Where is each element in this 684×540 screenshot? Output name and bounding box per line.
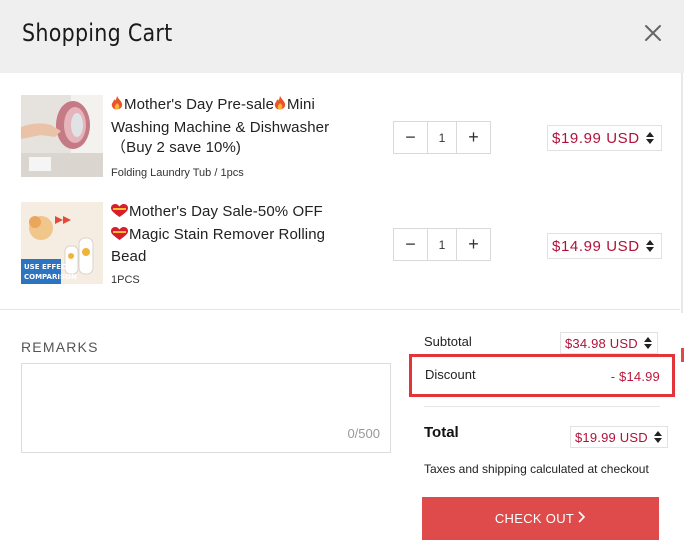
price-value: $14.99 USD: [552, 237, 640, 255]
subtotal-label: Subtotal: [424, 334, 472, 349]
total-label: Total: [424, 424, 459, 441]
product-name[interactable]: Mother's Day Sale-50% OFF Magic Stain Rem…: [111, 202, 361, 268]
product-name-line-2: Magic Stain Remover Rolling Bead: [111, 225, 326, 266]
price-value: $19.99 USD: [552, 129, 640, 147]
product-name[interactable]: Mother's Day Pre-sale Mini Washing Machin…: [111, 95, 361, 159]
checkout-button[interactable]: CHECK OUT: [422, 497, 659, 540]
price-currency-select[interactable]: $14.99 USD: [547, 233, 662, 259]
product-variant: 1PCS: [111, 274, 140, 286]
quantity-value[interactable]: 1: [427, 229, 457, 260]
svg-text:COMPARISON: COMPARISON: [24, 273, 77, 281]
decrease-button[interactable]: −: [394, 122, 427, 153]
heart-icon: [111, 226, 128, 248]
product-image[interactable]: USE EFFECT COMPARISON: [21, 202, 103, 284]
cart-item: Mother's Day Pre-sale Mini Washing Machin…: [0, 90, 684, 190]
chevron-right-icon: [578, 510, 586, 527]
character-counter: 0/500: [347, 426, 380, 441]
sort-arrows-icon: [653, 431, 663, 443]
close-icon: [645, 25, 661, 41]
cart-item: USE EFFECT COMPARISON Mother's Day Sale-…: [0, 197, 684, 297]
discount-highlight: Discount - $14.99: [409, 354, 675, 397]
fire-icon: [274, 96, 286, 118]
quantity-value[interactable]: 1: [427, 122, 457, 153]
decrease-button[interactable]: −: [394, 229, 427, 260]
checkout-label: CHECK OUT: [494, 511, 575, 526]
quantity-stepper: − 1 +: [393, 121, 491, 154]
sort-arrows-icon: [643, 337, 653, 349]
remarks-textarea[interactable]: 0/500: [21, 363, 391, 453]
remarks-label: REMARKS: [21, 339, 99, 355]
quantity-stepper: − 1 +: [393, 228, 491, 261]
sort-arrows-icon: [645, 240, 655, 252]
fire-icon: [111, 96, 123, 118]
discount-label: Discount: [425, 367, 476, 382]
summary-divider: [424, 406, 660, 407]
section-divider: [0, 309, 680, 310]
price-currency-select[interactable]: $19.99 USD: [547, 125, 662, 151]
product-image[interactable]: [21, 95, 103, 177]
tax-shipping-note: Taxes and shipping calculated at checkou…: [424, 462, 649, 476]
page-title: Shopping Cart: [22, 19, 173, 47]
subtotal-currency-select[interactable]: $34.98 USD: [560, 332, 658, 354]
product-name-line-1: Mother's Day Pre-sale: [124, 96, 275, 113]
heart-icon: [111, 204, 128, 225]
svg-text:USE EFFECT: USE EFFECT: [24, 263, 71, 271]
cart-header: Shopping Cart: [0, 0, 684, 73]
sort-arrows-icon: [645, 132, 655, 144]
increase-button[interactable]: +: [457, 229, 490, 260]
total-currency-select[interactable]: $19.99 USD: [570, 426, 668, 448]
discount-value: - $14.99: [610, 369, 660, 384]
increase-button[interactable]: +: [457, 122, 490, 153]
close-button[interactable]: [641, 21, 665, 45]
product-variant: Folding Laundry Tub / 1pcs: [111, 167, 244, 179]
product-name-line-1: Mother's Day Sale-50% OFF: [129, 203, 323, 220]
subtotal-value: $34.98 USD: [565, 335, 638, 351]
total-value: $19.99 USD: [575, 429, 648, 445]
